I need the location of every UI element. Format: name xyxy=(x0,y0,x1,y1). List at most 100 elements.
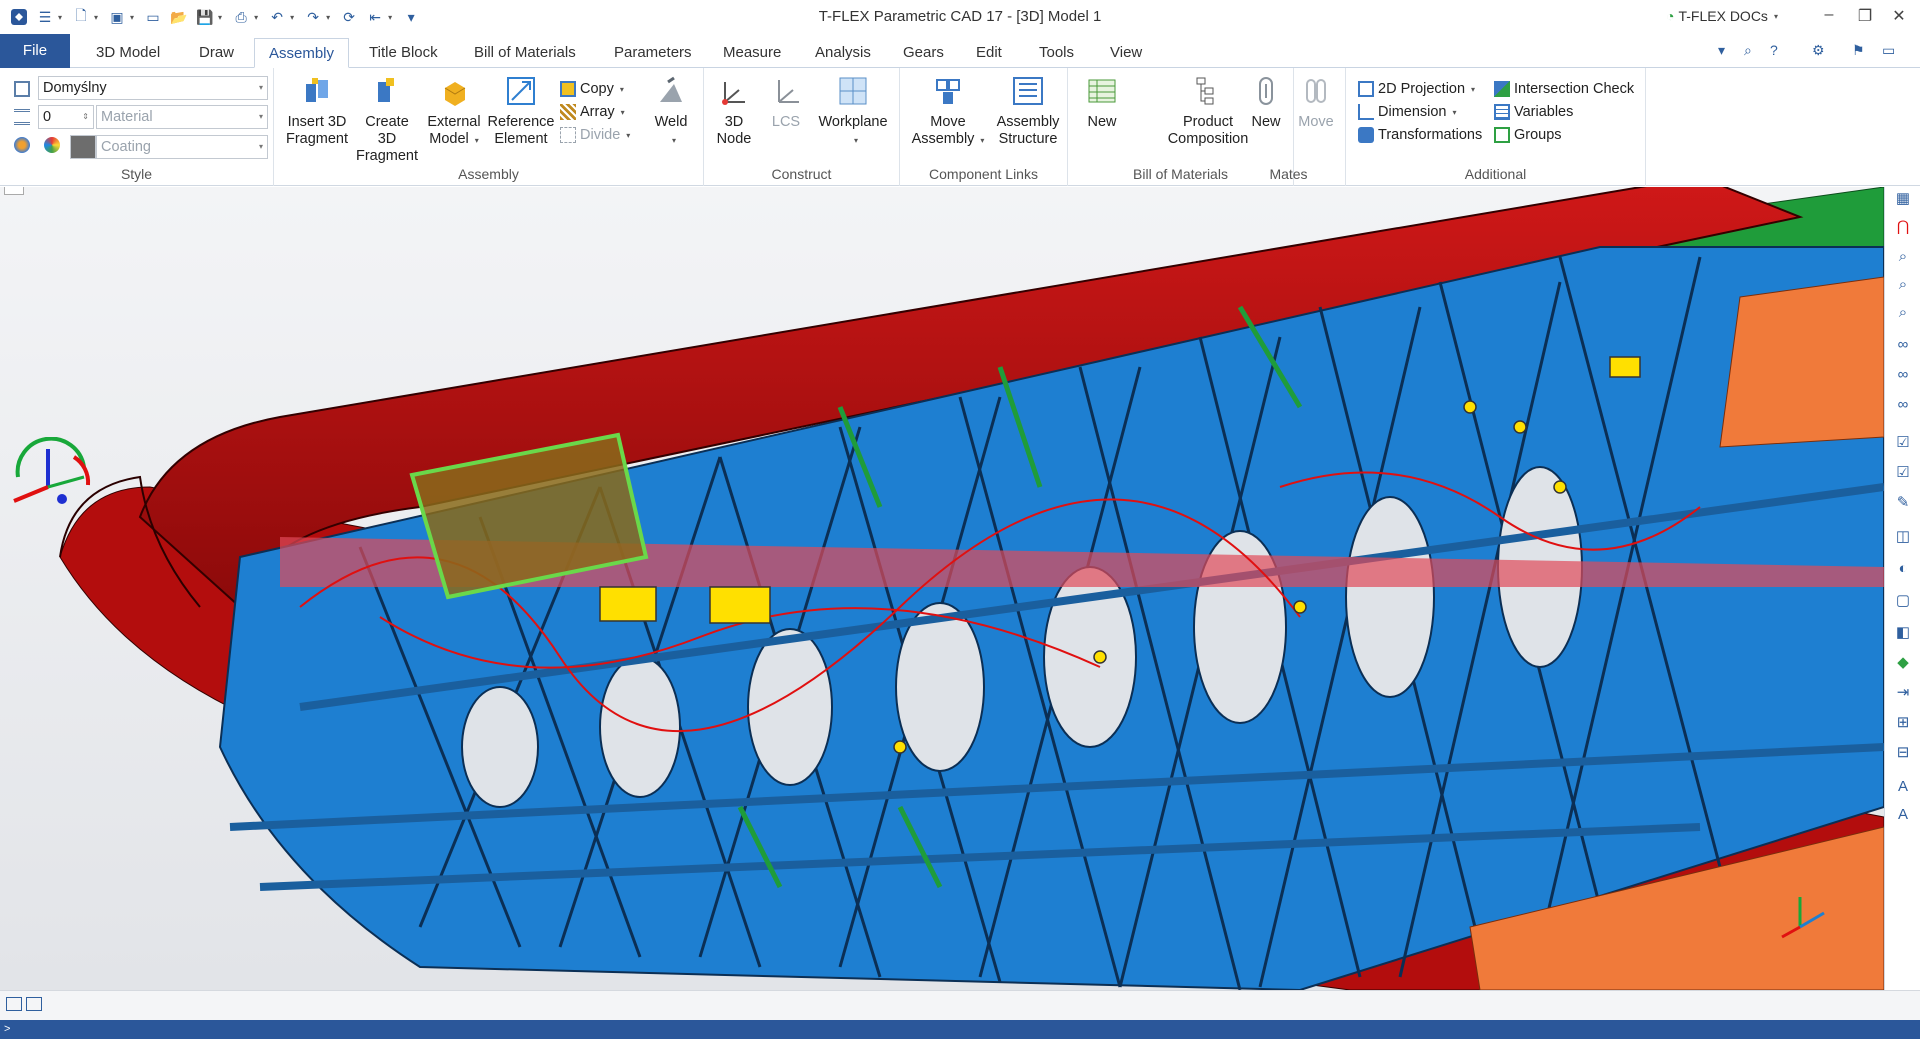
chevron-down-icon[interactable]: ▾ xyxy=(1718,42,1725,59)
color-palette-icon[interactable] xyxy=(14,134,34,156)
copy-button[interactable]: Copy ▾ xyxy=(560,78,624,100)
regenerate-icon[interactable]: ⟳ xyxy=(338,6,360,28)
print-icon[interactable]: ⎙ xyxy=(230,6,252,28)
mates-move-button[interactable]: Move xyxy=(1294,74,1338,131)
tool-icon[interactable]: ⊟ xyxy=(1893,743,1913,763)
tab-gears[interactable]: Gears xyxy=(889,38,958,68)
color-swatch[interactable] xyxy=(70,135,96,159)
new-3d-icon[interactable]: ▣ xyxy=(106,6,128,28)
dimension-button[interactable]: Dimension ▾ xyxy=(1358,101,1457,123)
orange-structure xyxy=(1719,276,1884,448)
pin-icon[interactable]: ⚑ xyxy=(1852,42,1865,59)
style-combo[interactable]: Domyślny ▾ xyxy=(38,76,268,100)
bom-new-button[interactable]: New xyxy=(1080,74,1124,131)
variables-label: Variables xyxy=(1514,104,1574,120)
app-logo-icon[interactable] xyxy=(8,6,30,28)
text-small-icon[interactable]: A xyxy=(1893,805,1913,825)
tab-title-block[interactable]: Title Block xyxy=(355,38,452,68)
section-icon[interactable]: ◧ xyxy=(1893,623,1913,643)
settings-gear-icon[interactable]: ⚙ xyxy=(1812,42,1825,59)
sphere-icon[interactable]: ◐ xyxy=(1893,559,1913,579)
shading-icon[interactable]: ◆ xyxy=(1893,653,1913,673)
help-icon[interactable]: ? xyxy=(1770,42,1778,58)
close-button[interactable]: ✕ xyxy=(1884,6,1914,26)
tab-file[interactable]: File xyxy=(0,34,70,68)
save-icon[interactable]: 💾 xyxy=(194,6,216,28)
tab-bill-of-materials[interactable]: Bill of Materials xyxy=(460,38,590,68)
layout-icon[interactable]: ▭ xyxy=(1882,42,1895,59)
minimize-button[interactable]: – xyxy=(1814,6,1844,24)
open-folder-icon[interactable]: 📂 xyxy=(168,6,190,28)
external-model-button[interactable]: External Model ▾ xyxy=(424,74,484,149)
zoom-icon[interactable]: ⌕ xyxy=(1893,247,1913,267)
tab-parameters[interactable]: Parameters xyxy=(600,38,706,68)
more-icon[interactable]: ▾ xyxy=(400,6,422,28)
viewport-menu-icon[interactable] xyxy=(4,187,24,195)
text-icon[interactable]: A xyxy=(1893,777,1913,797)
tab-analysis[interactable]: Analysis xyxy=(801,38,885,68)
transformations-button[interactable]: Transformations xyxy=(1358,124,1482,146)
transformations-icon xyxy=(1358,127,1374,143)
workplane-button[interactable]: Workplane ▾ xyxy=(814,74,892,149)
move-assembly-button[interactable]: Move Assembly ▾ xyxy=(908,74,988,149)
weld-button[interactable]: Weld ▾ xyxy=(646,74,696,149)
zoom-window-icon[interactable]: ⌕ xyxy=(1893,275,1913,295)
group-label-style: Style xyxy=(120,166,153,182)
array-button[interactable]: Array ▾ xyxy=(560,101,625,123)
groups-button[interactable]: Groups xyxy=(1494,124,1562,146)
search-icon[interactable]: ⌕ xyxy=(1744,42,1752,59)
3d-viewport[interactable] xyxy=(0,187,1884,990)
glasses-edit-icon[interactable]: ∞ xyxy=(1893,365,1913,385)
glasses-off-icon[interactable]: ∞ xyxy=(1893,395,1913,415)
docs-button[interactable]: ◔ T-FLEX DOCs ▾ xyxy=(1666,8,1778,24)
glasses-icon[interactable]: ∞ xyxy=(1893,335,1913,355)
mates-new-button[interactable]: New xyxy=(1244,74,1288,131)
cube-icon[interactable]: ◫ xyxy=(1893,527,1913,547)
tab-edit[interactable]: Edit xyxy=(962,38,1016,68)
orientation-triad-icon[interactable] xyxy=(4,437,94,517)
3d-node-button[interactable]: 3D Node xyxy=(712,74,756,148)
reference-label-1: Reference xyxy=(487,114,555,130)
split-view-icon[interactable] xyxy=(6,997,22,1011)
zoom-all-icon[interactable]: ⌕ xyxy=(1893,303,1913,323)
reference-element-button[interactable]: Reference Element xyxy=(486,74,556,148)
box-icon[interactable]: ▢ xyxy=(1893,591,1913,611)
tab-assembly[interactable]: Assembly xyxy=(254,38,350,68)
divide-button[interactable]: Divide ▾ xyxy=(560,124,630,146)
pen-icon[interactable]: ✎ xyxy=(1893,493,1913,513)
single-view-icon[interactable] xyxy=(26,997,42,1011)
material-combo[interactable]: Material ▾ xyxy=(96,105,268,129)
check-box-2-icon[interactable]: ☑ xyxy=(1893,463,1913,483)
magnet-icon[interactable]: ⋂ xyxy=(1893,217,1913,237)
create-3d-fragment-button[interactable]: Create 3D Fragment xyxy=(354,74,420,165)
coating-combo[interactable]: Coating ▾ xyxy=(96,135,268,159)
2d-projection-button[interactable]: 2D Projection ▾ xyxy=(1358,78,1475,100)
menu-icon[interactable]: ☰ xyxy=(34,6,56,28)
variables-button[interactable]: Variables xyxy=(1494,101,1573,123)
projection-label: 2D Projection xyxy=(1378,81,1466,97)
undo-icon[interactable]: ↶ xyxy=(266,6,288,28)
insert-3d-fragment-button[interactable]: Insert 3D Fragment xyxy=(284,74,350,148)
window-icon[interactable]: ▭ xyxy=(142,6,164,28)
tab-3d-model[interactable]: 3D Model xyxy=(82,38,174,68)
restore-button[interactable]: ❐ xyxy=(1850,6,1880,26)
status-text: > xyxy=(4,1023,11,1035)
layer-spin-field[interactable]: 0 ⇕ xyxy=(38,105,94,129)
tab-tools[interactable]: Tools xyxy=(1025,38,1088,68)
new-document-icon[interactable]: 🗋 xyxy=(70,6,92,28)
view-grid-icon[interactable]: ▦ xyxy=(1893,189,1913,209)
lcs-button[interactable]: LCS xyxy=(764,74,808,131)
redo-icon[interactable]: ↷ xyxy=(302,6,324,28)
customize-icon[interactable]: ⇤ xyxy=(364,6,386,28)
tab-draw[interactable]: Draw xyxy=(185,38,248,68)
tab-measure[interactable]: Measure xyxy=(709,38,795,68)
reference-label-2: Element xyxy=(494,131,548,147)
measure-icon[interactable]: ⊞ xyxy=(1893,713,1913,733)
tab-view[interactable]: View xyxy=(1096,38,1156,68)
intersection-check-button[interactable]: Intersection Check xyxy=(1494,78,1634,100)
export-icon[interactable]: ⇥ xyxy=(1893,683,1913,703)
color-wheel-icon[interactable] xyxy=(44,134,64,156)
check-box-icon[interactable]: ☑ xyxy=(1893,433,1913,453)
aircraft-fuselage-model[interactable] xyxy=(0,187,1884,990)
assembly-structure-button[interactable]: Assembly Structure xyxy=(992,74,1064,148)
